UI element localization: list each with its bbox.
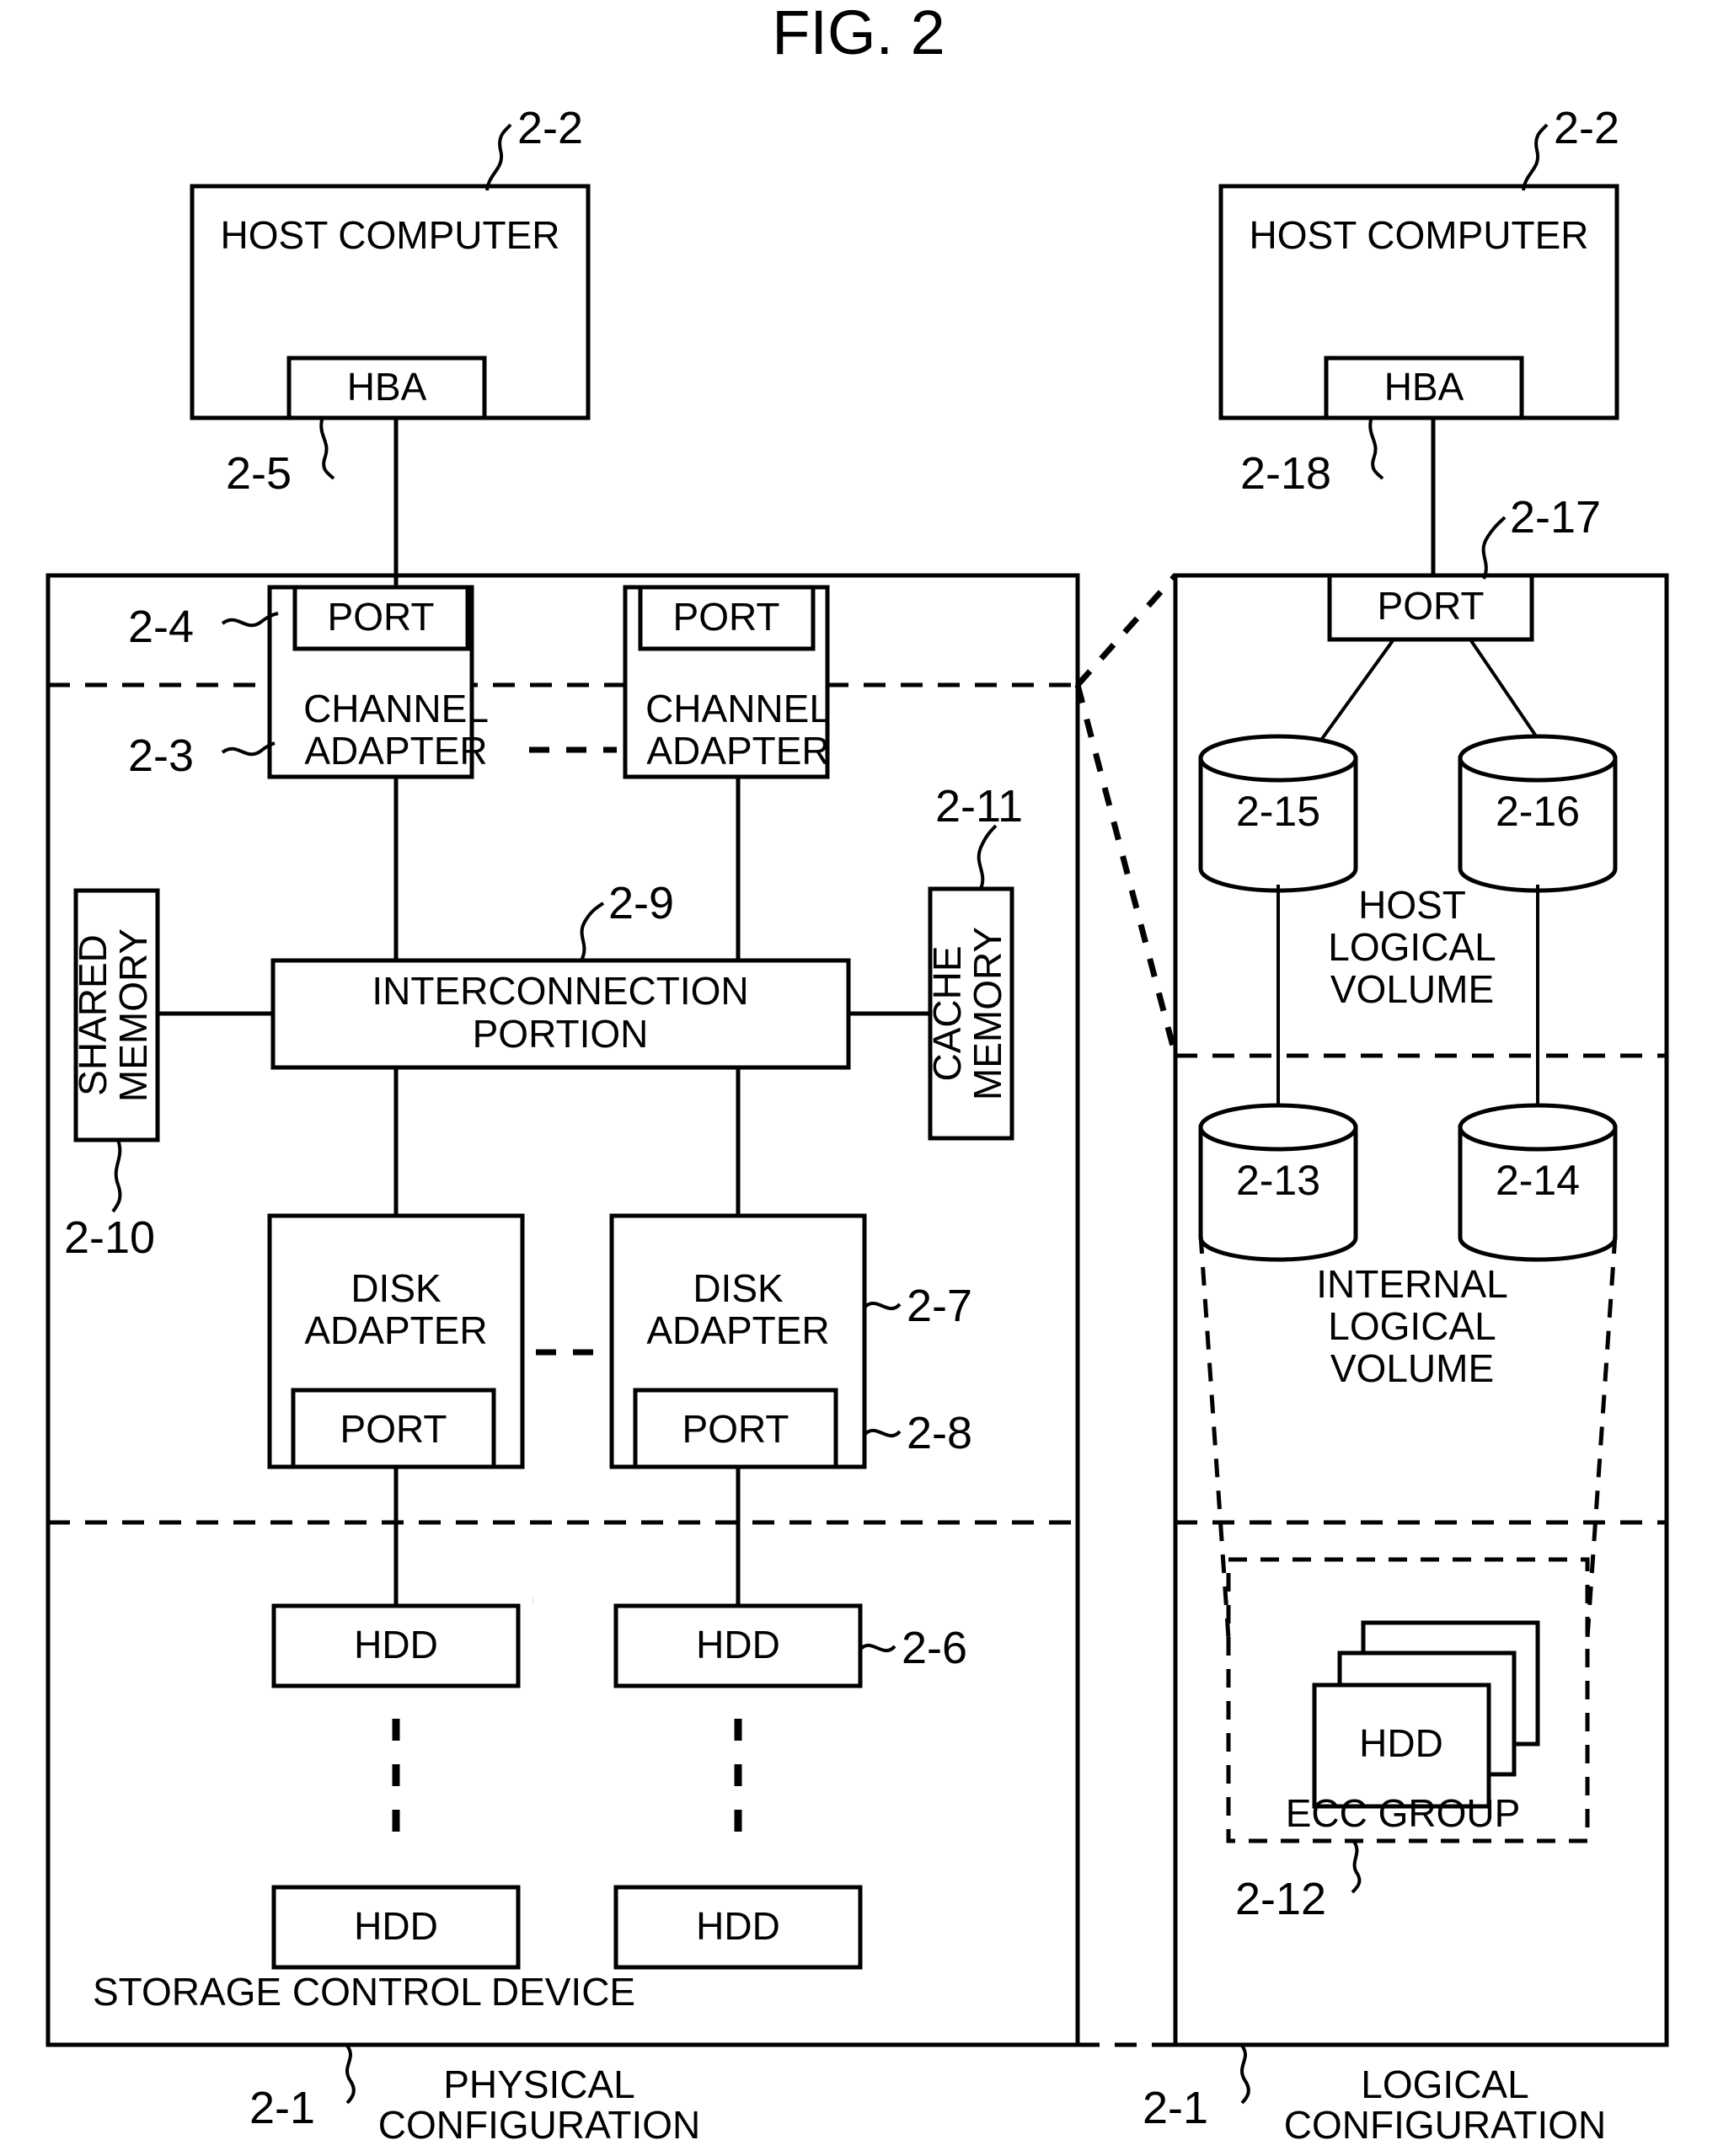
logical-config-caption-line1: LOGICAL: [1361, 2062, 1528, 2106]
logical-port-ref-leader: [1481, 516, 1507, 580]
channel-adapter-2-line2: ADAPTER: [646, 729, 829, 773]
right-hba-ref-label: 2-18: [1240, 448, 1331, 499]
interconnection-portion-line2: PORTION: [473, 1012, 649, 1056]
storage-control-device-label: STORAGE CONTROL DEVICE: [93, 1970, 635, 2014]
patent-figure-2: FIG. 2 HOST COMPUTER HBA 2-2 2-5 PORT CH…: [0, 0, 1718, 2156]
physical-config-ref-leader: [345, 2044, 356, 2105]
cache-memory-line2: MEMORY: [966, 927, 1009, 1100]
ilv-to-ecc-right-line: [1585, 1234, 1618, 1639]
disk-adapter-1-line2: ADAPTER: [304, 1308, 487, 1352]
hdd-3-label: HDD: [696, 1623, 780, 1666]
disk-port-ref-leader: [863, 1428, 902, 1438]
disk-adapter-2-line2: ADAPTER: [646, 1308, 829, 1352]
internal-logical-volume-line1: INTERNAL: [1316, 1262, 1507, 1306]
figure-title: FIG. 2: [772, 0, 945, 67]
right-host-ref-label: 2-2: [1554, 103, 1619, 153]
left-host-ref-label: 2-2: [517, 103, 583, 153]
host-logical-volume-1-ref: 2-15: [1236, 788, 1320, 835]
left-host-ref-leader: [485, 123, 512, 191]
host-logical-volume-line2: LOGICAL: [1328, 925, 1496, 969]
panel-link-diagonal-mid: [1074, 684, 1179, 1057]
logical-config-ref-leader: [1240, 2044, 1250, 2105]
logical-config-ref-label: 2-1: [1143, 2083, 1208, 2133]
ecc-group-label: ECC GROUP: [1286, 1791, 1521, 1835]
physical-config-ref-label: 2-1: [249, 2083, 315, 2133]
internal-logical-volume-line3: VOLUME: [1330, 1346, 1494, 1390]
shared-memory-line1: SHARED: [71, 934, 115, 1096]
channel-adapter-ref-label: 2-3: [128, 730, 194, 781]
left-hba-ref-leader: [319, 419, 335, 480]
logical-port-label: PORT: [1378, 584, 1485, 628]
hdd-ref-leader: [859, 1643, 896, 1653]
logical-port-ref-label: 2-17: [1510, 492, 1601, 543]
internal-logical-volume-line2: LOGICAL: [1328, 1304, 1496, 1348]
logical-config-caption-line2: CONFIGURATION: [1284, 2103, 1606, 2147]
right-hba-ref-leader: [1368, 419, 1384, 480]
channel-adapter-1-line2: ADAPTER: [304, 729, 487, 773]
interconnection-ref-label: 2-9: [608, 878, 674, 928]
cache-memory-ref-leader: [977, 824, 998, 890]
hdd-ref-label: 2-6: [902, 1623, 967, 1673]
right-host-ref-leader: [1522, 123, 1549, 191]
internal-logical-volume-1-ref: 2-13: [1236, 1157, 1320, 1204]
internal-logical-volume-2-ref: 2-14: [1496, 1157, 1580, 1204]
physical-config-caption-line2: CONFIGURATION: [378, 2103, 700, 2147]
left-hba-label: HBA: [347, 365, 427, 409]
disk-adapter-1-line1: DISK: [351, 1266, 442, 1310]
hdd-2-label: HDD: [354, 1904, 438, 1948]
figure-canvas: FIG. 2 HOST COMPUTER HBA 2-2 2-5 PORT CH…: [45, 0, 1669, 2147]
interconnection-portion-line1: INTERCONNECTION: [372, 969, 748, 1013]
disk-port-ref-label: 2-8: [907, 1408, 972, 1458]
hdd-4-label: HDD: [696, 1904, 780, 1948]
disk-adapter-ref-label: 2-7: [907, 1281, 972, 1331]
panel-link-diagonal-top: [1075, 573, 1178, 687]
channel-adapter-2-port-label: PORT: [673, 595, 780, 639]
channel-adapter-ref-leader: [221, 741, 276, 757]
left-host-computer-label: HOST COMPUTER: [221, 213, 560, 257]
channel-adapter-2-line1: CHANNEL: [645, 687, 831, 730]
host-logical-volume-line1: HOST: [1358, 883, 1466, 927]
host-logical-volume-2-ref: 2-16: [1496, 788, 1580, 835]
right-hba-label: HBA: [1384, 365, 1464, 409]
disk-adapter-2-line1: DISK: [693, 1266, 784, 1310]
channel-adapter-1-line1: CHANNEL: [303, 687, 489, 730]
disk-adapter-2-port-label: PORT: [682, 1407, 789, 1451]
shared-memory-ref-leader: [111, 1139, 122, 1213]
ecc-group-ref-label: 2-12: [1235, 1874, 1326, 1924]
channel-adapter-1-port-label: PORT: [328, 595, 435, 639]
shared-memory-ref-label: 2-10: [64, 1212, 155, 1263]
left-hba-ref-label: 2-5: [226, 448, 292, 499]
physical-config-caption-line1: PHYSICAL: [443, 2062, 635, 2106]
cache-memory-line1: CACHE: [925, 945, 969, 1081]
disk-adapter-ref-leader: [863, 1301, 902, 1311]
cache-memory-ref-label: 2-11: [935, 781, 1023, 832]
disk-adapter-1-port-label: PORT: [340, 1407, 447, 1451]
host-logical-volume-line3: VOLUME: [1330, 967, 1494, 1011]
ilv-to-ecc-left-line: [1198, 1234, 1231, 1639]
right-host-computer-label: HOST COMPUTER: [1250, 213, 1589, 257]
shared-memory-line2: MEMORY: [111, 928, 155, 1102]
ecc-hdd-label: HDD: [1359, 1721, 1443, 1765]
interconnection-ref-leader: [580, 901, 605, 961]
ecc-group-ref-leader: [1351, 1840, 1362, 1894]
hdd-1-label: HDD: [354, 1623, 438, 1666]
channel-port-ref-label: 2-4: [128, 602, 194, 652]
